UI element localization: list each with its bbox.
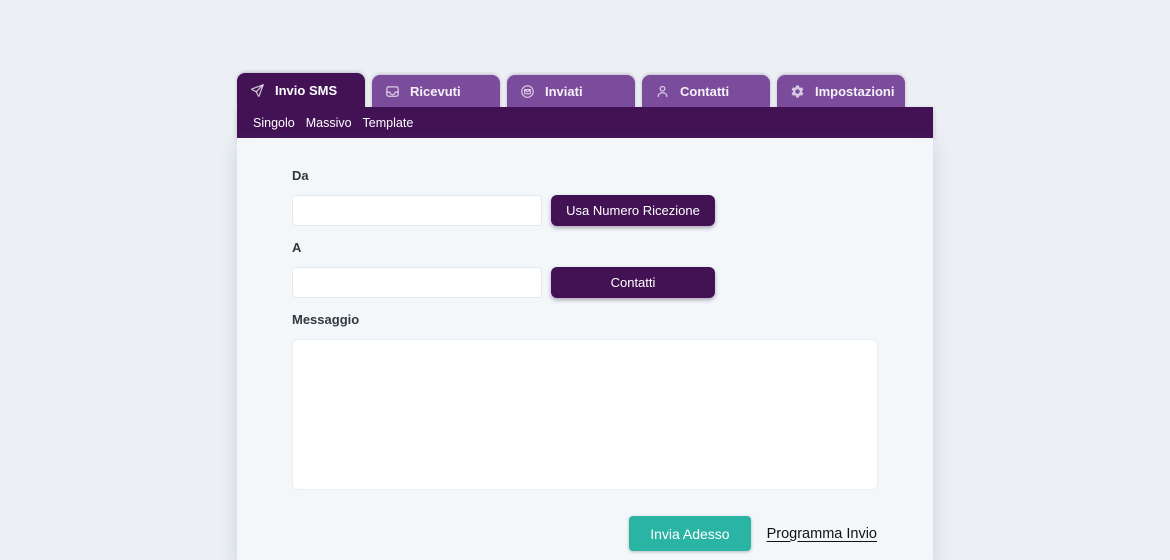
send-icon — [250, 83, 265, 98]
tab-bar: Invio SMS Ricevuti Inviati Contatti Impo… — [237, 73, 933, 107]
usa-numero-ricezione-button[interactable]: Usa Numero Ricezione — [551, 195, 715, 226]
actions-row: Invia Adesso Programma Invio — [292, 516, 877, 551]
sms-app-window: Invio SMS Ricevuti Inviati Contatti Impo… — [237, 73, 933, 560]
subnav-bar: Singolo Massivo Template — [237, 107, 933, 138]
subnav-item-template[interactable]: Template — [363, 116, 414, 130]
messaggio-textarea[interactable] — [292, 339, 878, 490]
gear-icon — [790, 84, 805, 99]
person-icon — [655, 84, 670, 99]
tab-ricevuti[interactable]: Ricevuti — [372, 75, 500, 107]
a-input[interactable] — [292, 267, 542, 298]
tab-contatti[interactable]: Contatti — [642, 75, 770, 107]
subnav-item-massivo[interactable]: Massivo — [306, 116, 352, 130]
a-label: A — [292, 240, 877, 255]
tab-label: Contatti — [680, 84, 729, 99]
tab-label: Invio SMS — [275, 83, 337, 98]
tab-impostazioni[interactable]: Impostazioni — [777, 75, 905, 107]
inbox-icon — [385, 84, 400, 99]
da-input[interactable] — [292, 195, 542, 226]
messaggio-label: Messaggio — [292, 312, 877, 327]
tab-label: Impostazioni — [815, 84, 894, 99]
da-row: Usa Numero Ricezione — [292, 195, 877, 226]
programma-invio-link[interactable]: Programma Invio — [767, 526, 877, 542]
contatti-button[interactable]: Contatti — [551, 267, 715, 298]
invia-adesso-button[interactable]: Invia Adesso — [629, 516, 750, 551]
outbox-icon — [520, 84, 535, 99]
tab-label: Ricevuti — [410, 84, 461, 99]
da-label: Da — [292, 168, 877, 183]
sms-form-panel: Da Usa Numero Ricezione A Contatti Messa… — [237, 138, 933, 560]
tab-label: Inviati — [545, 84, 583, 99]
a-row: Contatti — [292, 267, 877, 298]
tab-inviati[interactable]: Inviati — [507, 75, 635, 107]
tab-invio-sms[interactable]: Invio SMS — [237, 73, 365, 107]
subnav-item-singolo[interactable]: Singolo — [253, 116, 295, 130]
